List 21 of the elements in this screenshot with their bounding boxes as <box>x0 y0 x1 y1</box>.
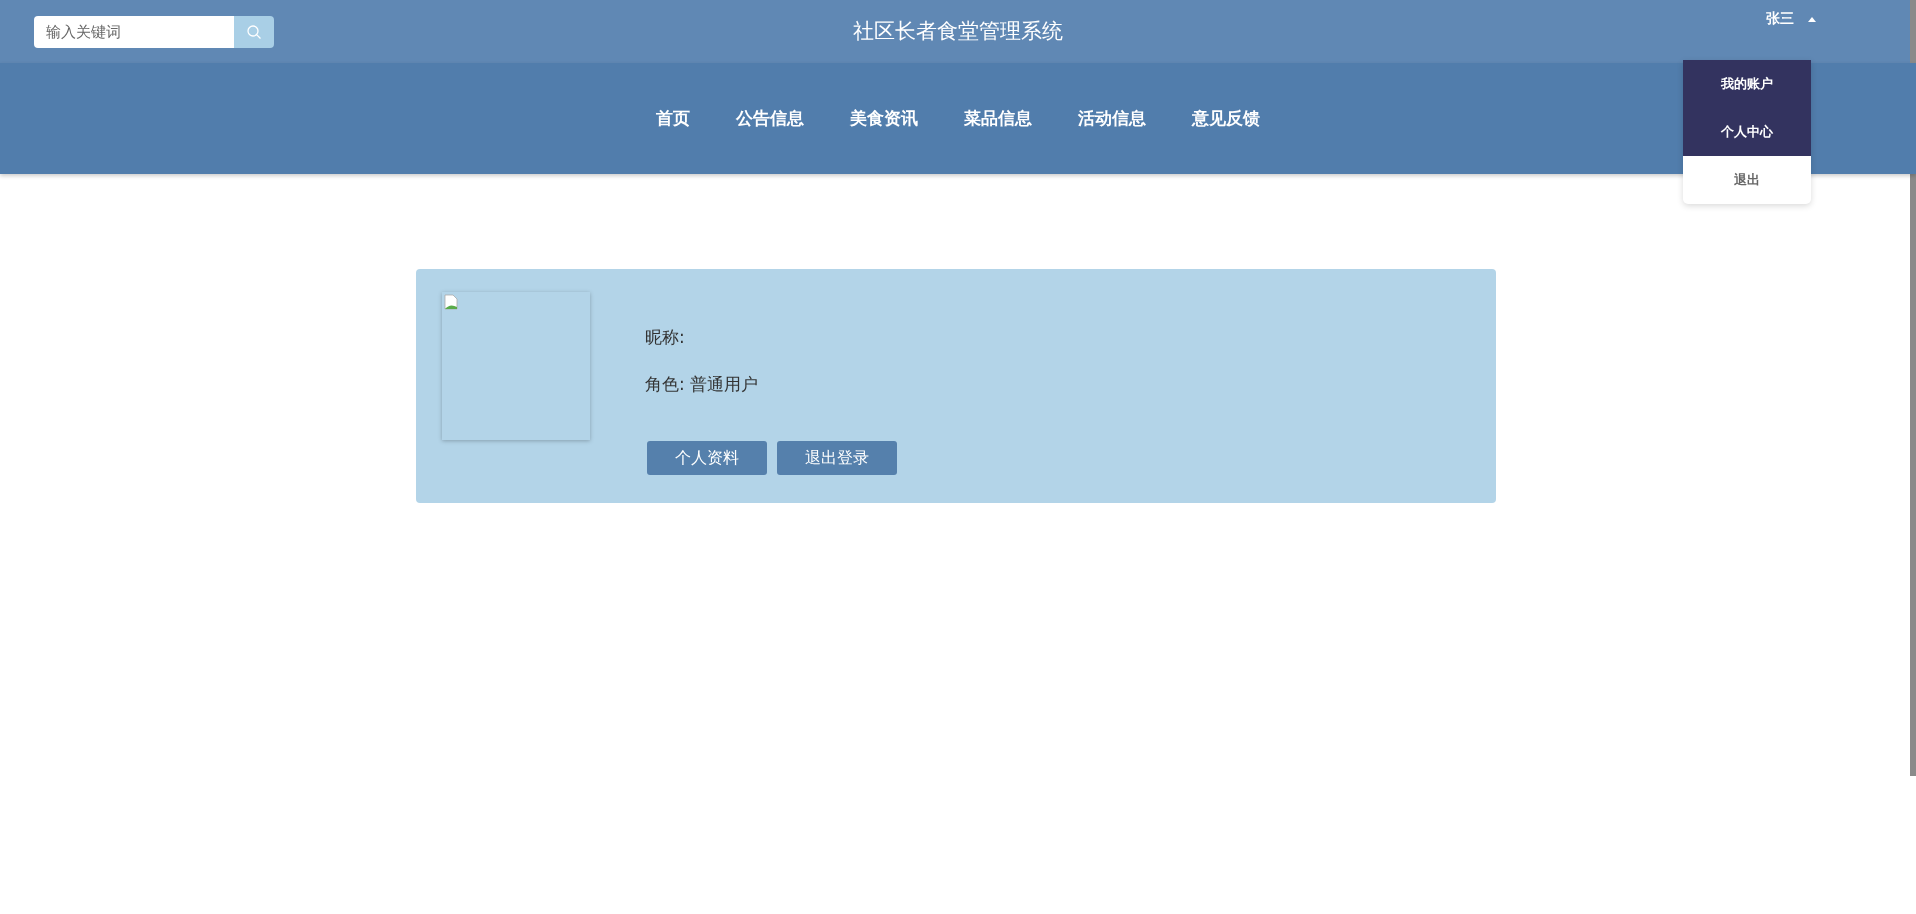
menu-item[interactable]: 退出 <box>1683 156 1811 204</box>
nav-link[interactable]: 美食资讯 <box>850 107 918 130</box>
menu-item[interactable]: 个人中心 <box>1683 108 1811 156</box>
profile-button[interactable]: 退出登录 <box>777 441 897 475</box>
search-button[interactable] <box>234 15 274 48</box>
broken-image-icon <box>444 294 458 310</box>
site-title: 社区长者食堂管理系统 <box>853 18 1063 45</box>
caret-icon[interactable] <box>1808 16 1816 22</box>
nav-link[interactable]: 意见反馈 <box>1192 107 1260 130</box>
nickname-label: 昵称: <box>645 326 686 349</box>
search-field[interactable]: 输入关键词 <box>34 15 234 48</box>
nav-link[interactable]: 菜品信息 <box>964 107 1032 130</box>
nav-link[interactable]: 公告信息 <box>736 107 804 130</box>
nav-link[interactable]: 首页 <box>656 107 690 130</box>
role-text: 角色: 普通用户 <box>645 373 760 396</box>
profile-button[interactable]: 个人资料 <box>647 441 767 475</box>
scrollbar[interactable] <box>1910 0 1916 776</box>
user-menu-toggle[interactable]: 张三 <box>1766 8 1794 30</box>
nav-link[interactable]: 活动信息 <box>1078 107 1146 130</box>
menu-item[interactable]: 我的账户 <box>1683 60 1811 108</box>
search-icon <box>246 23 262 40</box>
